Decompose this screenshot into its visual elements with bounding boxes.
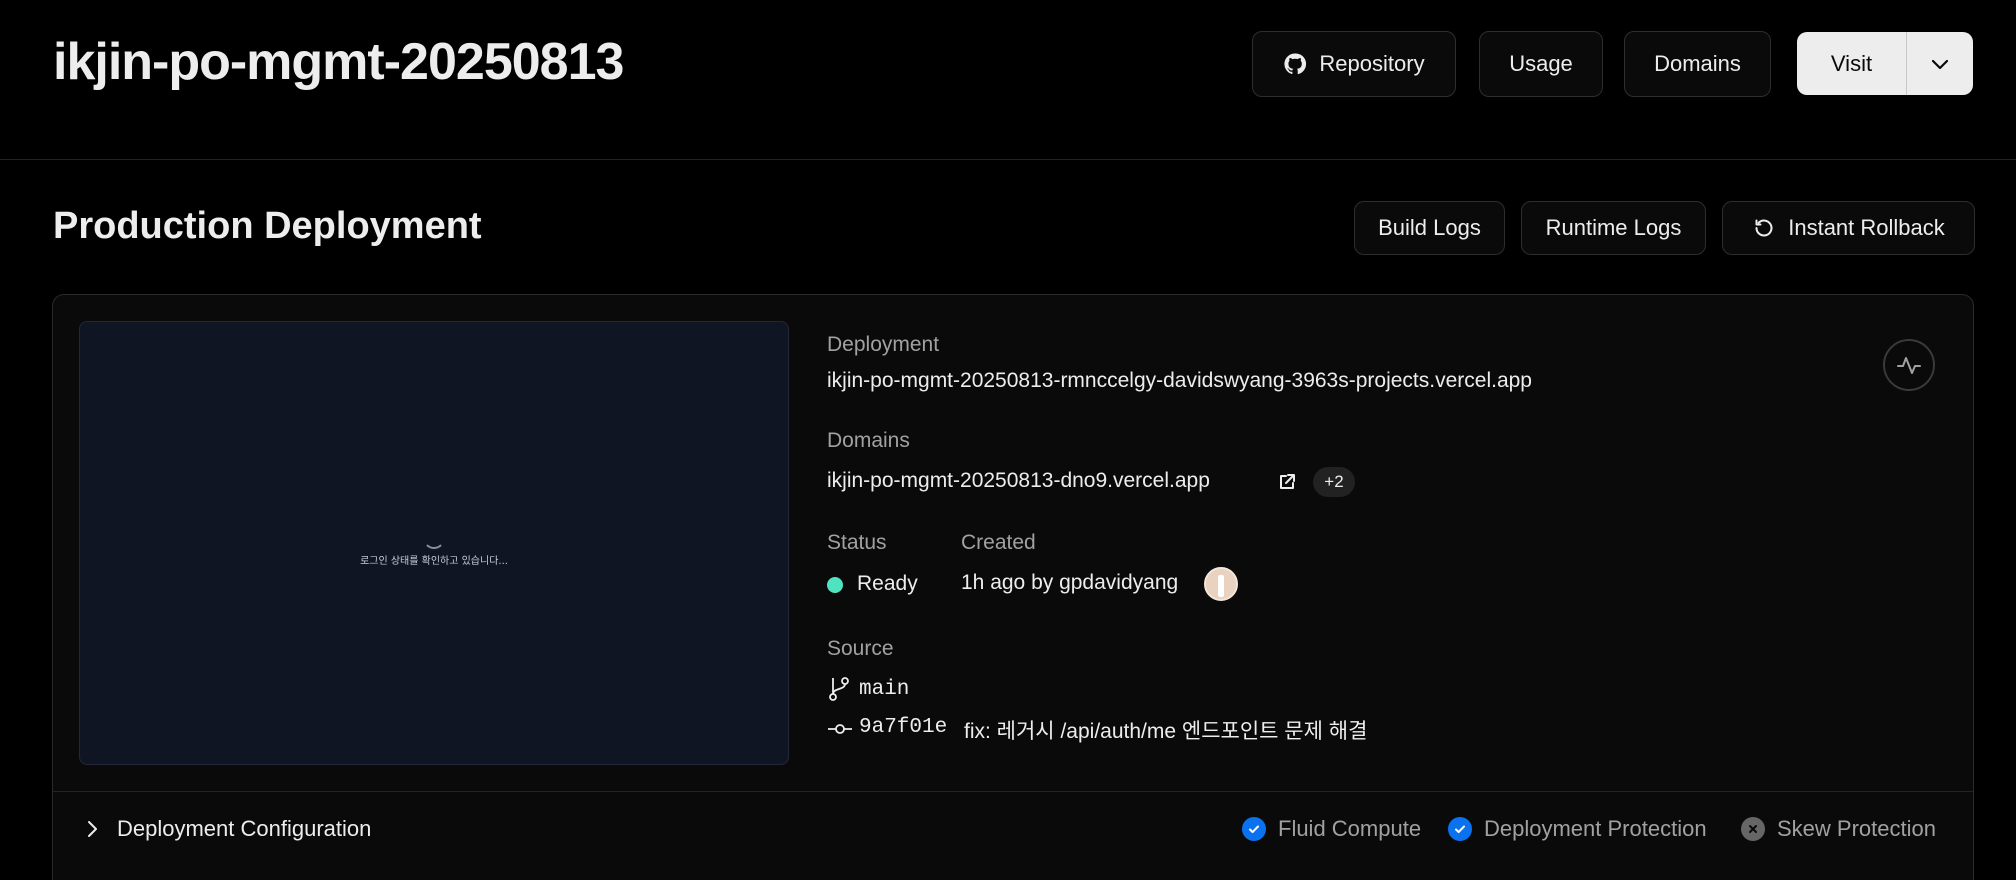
deployment-card: 로그인 상태를 확인하고 있습니다... Deployment ikjin-po… [52,294,1974,880]
rollback-icon [1755,219,1773,237]
build-logs-label: Build Logs [1378,215,1481,240]
activity-button[interactable] [1883,339,1935,391]
feature-label: Fluid Compute [1278,816,1422,841]
loading-spinner [423,527,445,549]
visit-button-group: Visit [1797,32,1973,95]
primary-domain-link[interactable]: ikjin-po-mgmt-20250813-dno9.vercel.app [827,469,1210,493]
git-branch-icon [829,677,849,701]
deployment-configuration-row[interactable]: Deployment Configuration Fluid Compute D… [53,791,1973,871]
repository-button[interactable]: Repository [1252,31,1456,97]
visit-button[interactable]: Visit [1797,32,1907,95]
feature-label: Deployment Protection [1484,816,1707,841]
commit-message: fix: 레거시 /api/auth/me 엔드포인트 문제 해결 [964,720,1368,743]
project-title: ikjin-po-mgmt-20250813 [53,33,624,91]
avatar[interactable] [1204,567,1238,601]
feature-deployment-protection: Deployment Protection [1448,816,1707,842]
feature-fluid-compute: Fluid Compute [1242,816,1421,842]
repository-label: Repository [1319,51,1425,76]
deployment-url[interactable]: ikjin-po-mgmt-20250813-rmnccelgy-davidsw… [827,369,1532,393]
deployment-label: Deployment [827,333,940,356]
commit-hash[interactable]: 9a7f01e [859,716,947,739]
instant-rollback-button[interactable]: Instant Rollback [1722,201,1975,255]
status-label: Status [827,531,887,554]
runtime-logs-button[interactable]: Runtime Logs [1521,201,1706,255]
preview-loading-text: 로그인 상태를 확인하고 있습니다... [360,556,508,567]
usage-button[interactable]: Usage [1479,31,1603,97]
check-icon [1242,817,1266,841]
activity-icon [1897,357,1921,374]
usage-label: Usage [1509,51,1573,76]
runtime-logs-label: Runtime Logs [1545,215,1682,240]
visit-dropdown-button[interactable] [1907,32,1973,95]
deployment-configuration-label: Deployment Configuration [117,816,372,841]
section-title: Production Deployment [53,205,482,247]
branch-name[interactable]: main [859,678,909,701]
source-label: Source [827,637,894,660]
build-logs-button[interactable]: Build Logs [1354,201,1505,255]
domains-section-label: Domains [827,429,910,452]
more-domains-badge[interactable]: +2 [1313,467,1355,497]
domains-label: Domains [1654,51,1741,76]
check-icon [1448,817,1472,841]
instant-rollback-label: Instant Rollback [1788,215,1945,240]
created-label: Created [961,531,1036,554]
git-commit-icon [828,724,852,734]
project-header: ikjin-po-mgmt-20250813 Repository Usage … [0,0,2016,160]
chevron-right-icon [88,821,97,837]
deployment-preview[interactable]: 로그인 상태를 확인하고 있습니다... [79,321,789,765]
created-value: 1h ago by gpdavidyang [961,571,1179,594]
status-value: Ready [857,572,918,595]
x-circle-icon [1741,817,1765,841]
feature-skew-protection: Skew Protection [1741,816,1936,842]
external-link-icon[interactable] [1277,472,1297,492]
chevron-down-icon [1931,59,1949,69]
github-icon [1284,53,1307,75]
domains-button[interactable]: Domains [1624,31,1771,97]
status-indicator [827,577,843,593]
feature-label: Skew Protection [1777,816,1936,841]
